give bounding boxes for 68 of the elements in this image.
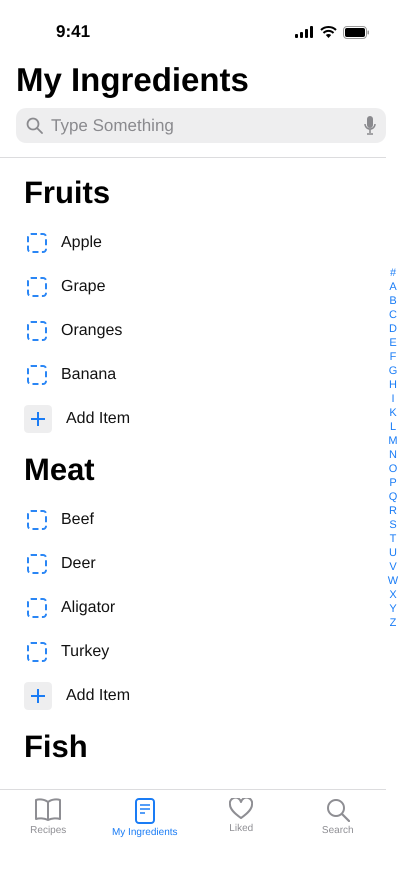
index-letter[interactable]: Q xyxy=(388,490,398,504)
index-letter[interactable]: K xyxy=(389,406,397,420)
section-heading: Fruits xyxy=(24,174,110,212)
index-letter[interactable]: R xyxy=(389,504,397,518)
item-label: Apple xyxy=(61,234,102,252)
tab[interactable]: My Ingredients xyxy=(96,790,193,838)
microphone-icon[interactable] xyxy=(364,116,376,135)
index-letter[interactable]: Y xyxy=(389,602,397,616)
checkbox[interactable] xyxy=(27,233,47,253)
plus-icon xyxy=(31,412,45,426)
index-letter[interactable]: F xyxy=(390,350,396,364)
search-field[interactable]: Type Something xyxy=(49,114,358,136)
plus-icon xyxy=(31,689,45,703)
wifi-icon xyxy=(320,26,337,38)
index-letter[interactable]: U xyxy=(389,546,397,560)
checkbox[interactable] xyxy=(27,277,47,297)
checkbox[interactable] xyxy=(27,510,47,530)
checkbox[interactable] xyxy=(27,365,47,385)
add-button[interactable] xyxy=(24,405,52,433)
heart-icon xyxy=(229,798,254,820)
search-bar[interactable]: Type Something xyxy=(16,108,386,143)
item-label: Beef xyxy=(61,511,94,529)
section-heading: Meat xyxy=(24,451,95,489)
item-label: Banana xyxy=(61,366,116,384)
item-label: Turkey xyxy=(61,643,110,661)
index-letter[interactable]: M xyxy=(388,434,398,448)
item-label: Oranges xyxy=(61,322,122,340)
search-icon xyxy=(326,798,350,822)
index-letter[interactable]: D xyxy=(389,322,397,336)
index-letter[interactable]: Z xyxy=(390,616,396,630)
checkbox[interactable] xyxy=(27,642,47,662)
index-letter[interactable]: S xyxy=(389,518,397,532)
index-letter[interactable]: V xyxy=(389,560,397,574)
search-icon xyxy=(26,117,43,134)
book-icon xyxy=(34,798,62,822)
tab[interactable]: Recipes xyxy=(0,790,96,836)
index-letter[interactable]: W xyxy=(388,574,398,588)
index-letter[interactable]: E xyxy=(389,336,397,350)
index-letter[interactable]: H xyxy=(389,378,397,392)
index-letter[interactable]: C xyxy=(389,308,397,322)
index-letter[interactable]: I xyxy=(391,392,395,406)
index-letter[interactable]: L xyxy=(390,420,396,434)
tab[interactable]: Liked xyxy=(193,790,290,834)
item-label: Grape xyxy=(61,278,106,296)
checkbox[interactable] xyxy=(27,554,47,574)
index-letter[interactable]: X xyxy=(389,588,397,602)
add-item-label[interactable]: Add Item xyxy=(66,687,130,705)
status-time: 9:41 xyxy=(56,22,90,42)
index-letter[interactable]: P xyxy=(389,476,397,490)
battery-icon xyxy=(343,26,370,38)
index-letter[interactable]: T xyxy=(390,532,396,546)
tab[interactable]: Search xyxy=(290,790,386,836)
checkbox[interactable] xyxy=(27,598,47,618)
index-letter[interactable]: O xyxy=(388,462,398,476)
document-icon xyxy=(134,798,155,824)
index-letter[interactable]: A xyxy=(389,280,397,294)
index-letter[interactable]: B xyxy=(389,294,397,308)
index-letter[interactable]: G xyxy=(388,364,398,378)
page-title: My Ingredients xyxy=(16,60,250,100)
index-letter[interactable]: N xyxy=(389,448,397,462)
checkbox[interactable] xyxy=(27,321,47,341)
index-letter[interactable]: # xyxy=(390,266,396,280)
item-label: Deer xyxy=(61,555,96,573)
add-item-label[interactable]: Add Item xyxy=(66,410,130,428)
signal-icon xyxy=(295,26,314,38)
add-button[interactable] xyxy=(24,682,52,710)
section-heading: Fish xyxy=(24,728,88,766)
item-label: Aligator xyxy=(61,599,116,617)
